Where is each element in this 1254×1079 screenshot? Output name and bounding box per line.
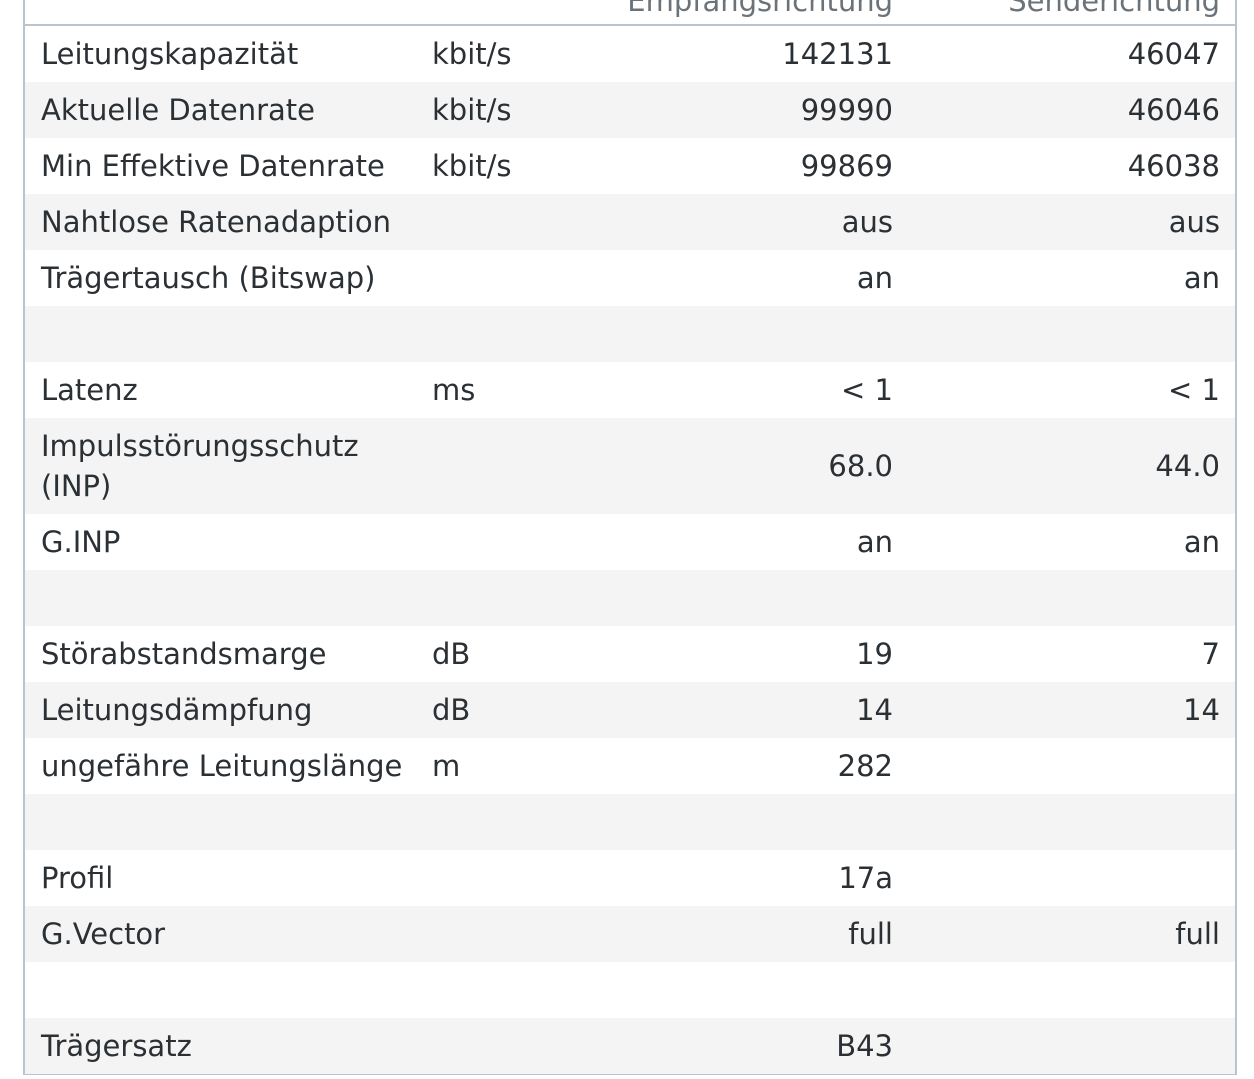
row-upstream-value: an: [1183, 261, 1220, 295]
row-downstream-value: 19: [856, 637, 893, 671]
row-downstream-value: B43: [836, 1029, 893, 1063]
row-label: Leitungskapazität: [41, 37, 299, 71]
row-label: Nahtlose Ratenadaption: [41, 205, 391, 239]
row-upstream-value: 14: [1183, 693, 1220, 727]
row-upstream-value: full: [1175, 917, 1220, 951]
row-label: [41, 794, 411, 850]
row-downstream-value: 68.0: [828, 449, 893, 483]
table-row-gvector: G.Vector full full: [25, 906, 1235, 962]
table-row-leitungskapazitaet: Leitungskapazität kbit/s 142131 46047: [25, 26, 1235, 82]
row-upstream-value: 46046: [1127, 93, 1220, 127]
table-row-aktuelle-datenrate: Aktuelle Datenrate kbit/s 99990 46046: [25, 82, 1235, 138]
row-upstream-value: < 1: [1168, 373, 1220, 407]
row-unit: ms: [432, 373, 476, 407]
row-downstream-value: 14: [856, 693, 893, 727]
header-downstream: Empfangsrichtung: [627, 0, 893, 18]
row-downstream-value: 142131: [782, 37, 893, 71]
row-upstream-value: 44.0: [1155, 449, 1220, 483]
row-label: [41, 962, 411, 1018]
table-row-spacer: [25, 570, 1235, 626]
table-row-inp: Impulsstörungsschutz (INP) 68.0 44.0: [25, 418, 1235, 514]
table-row-spacer: [25, 962, 1235, 1018]
row-downstream-value: < 1: [841, 373, 893, 407]
row-upstream-value: 46038: [1127, 149, 1220, 183]
row-label: G.INP: [41, 525, 121, 559]
row-label: [41, 306, 411, 362]
row-unit: dB: [432, 693, 471, 727]
row-label: Min Effektive Datenrate: [41, 149, 385, 183]
row-upstream-value: 46047: [1127, 37, 1220, 71]
row-unit: kbit/s: [432, 93, 512, 127]
row-downstream-value: 282: [837, 749, 893, 783]
table-row-latenz: Latenz ms < 1 < 1: [25, 362, 1235, 418]
table-row-stoerabstandsmarge: Störabstandsmarge dB 19 7: [25, 626, 1235, 682]
row-label: ungefähre Leitungslänge: [41, 749, 403, 783]
row-label: Trägertausch (Bitswap): [41, 261, 376, 295]
row-unit: kbit/s: [432, 37, 512, 71]
table-row-traegersatz: Trägersatz B43: [25, 1018, 1235, 1074]
row-downstream-value: full: [848, 917, 893, 951]
table-row-leitungslaenge: ungefähre Leitungslänge m 282: [25, 738, 1235, 794]
row-upstream-value: aus: [1168, 205, 1220, 239]
row-upstream-value: 7: [1201, 637, 1220, 671]
row-downstream-value: 99990: [800, 93, 893, 127]
row-label: Latenz: [41, 373, 138, 407]
row-upstream-value: an: [1183, 525, 1220, 559]
table-row-min-effektive-datenrate: Min Effektive Datenrate kbit/s 99869 460…: [25, 138, 1235, 194]
row-label: Impulsstörungsschutz (INP): [41, 429, 359, 503]
row-unit: kbit/s: [432, 149, 512, 183]
row-label: Profil: [41, 861, 114, 895]
table-row-leitungsdaempfung: Leitungsdämpfung dB 14 14: [25, 682, 1235, 738]
row-downstream-value: 17a: [838, 861, 893, 895]
table-row-nahtlose-ratenadaption: Nahtlose Ratenadaption aus aus: [25, 194, 1235, 250]
row-label: Trägersatz: [41, 1029, 192, 1063]
row-downstream-value: 99869: [800, 149, 893, 183]
table-row-spacer: [25, 306, 1235, 362]
row-label: Aktuelle Datenrate: [41, 93, 315, 127]
row-label: Störabstandsmarge: [41, 637, 327, 671]
row-downstream-value: aus: [841, 205, 893, 239]
table-header: Empfangsrichtung Senderichtung: [25, 0, 1235, 26]
row-unit: m: [432, 749, 461, 783]
row-downstream-value: an: [856, 261, 893, 295]
dsl-values-table: Leitungskapazität kbit/s 142131 46047 Ak…: [25, 26, 1235, 1074]
table-row-profil: Profil 17a: [25, 850, 1235, 906]
row-downstream-value: an: [856, 525, 893, 559]
row-label: G.Vector: [41, 917, 166, 951]
row-unit: dB: [432, 637, 471, 671]
row-label: Leitungsdämpfung: [41, 693, 313, 727]
header-upstream: Senderichtung: [1008, 0, 1220, 18]
table-row-spacer: [25, 794, 1235, 850]
row-label: [41, 570, 411, 626]
dsl-info-panel: Empfangsrichtung Senderichtung Leitungsk…: [23, 0, 1237, 1075]
table-row-ginp: G.INP an an: [25, 514, 1235, 570]
table-row-bitswap: Trägertausch (Bitswap) an an: [25, 250, 1235, 306]
